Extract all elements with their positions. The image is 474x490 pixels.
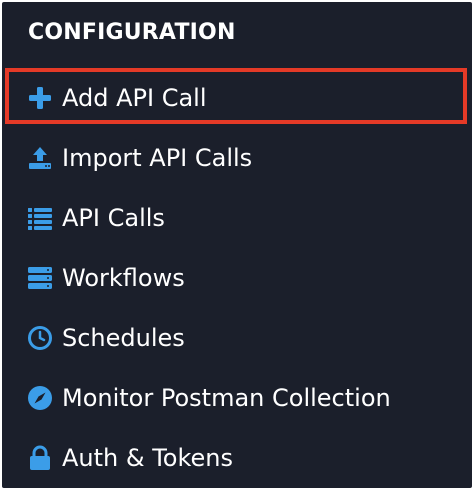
list-icon (26, 204, 54, 232)
menu-item-label: API Calls (62, 204, 165, 232)
menu-item-workflows[interactable]: Workflows (2, 250, 472, 306)
menu-item-label: Monitor Postman Collection (62, 384, 391, 412)
clock-icon (26, 324, 54, 352)
compass-icon (26, 384, 54, 412)
menu-item-api-calls[interactable]: API Calls (2, 190, 472, 246)
plus-icon (26, 84, 54, 112)
menu-item-schedules[interactable]: Schedules (2, 310, 472, 366)
menu-item-label: Auth & Tokens (62, 444, 234, 472)
menu-item-add-api-call[interactable]: Add API Call (2, 70, 472, 126)
menu-item-monitor-postman-collection[interactable]: Monitor Postman Collection (2, 370, 472, 426)
menu-item-auth-and-tokens[interactable]: Auth & Tokens (2, 430, 472, 486)
configuration-menu: Add API Call Import API Calls API Calls … (2, 2, 472, 488)
configuration-panel: CONFIGURATION Add API Call Import API Ca… (2, 2, 472, 488)
menu-item-import-api-calls[interactable]: Import API Calls (2, 130, 472, 186)
menu-item-label: Import API Calls (62, 144, 253, 172)
menu-item-label: Schedules (62, 324, 185, 352)
upload-icon (26, 144, 54, 172)
stack-icon (26, 264, 54, 292)
menu-item-label: Workflows (62, 264, 185, 292)
menu-item-label: Add API Call (62, 84, 207, 112)
lock-icon (26, 444, 54, 472)
